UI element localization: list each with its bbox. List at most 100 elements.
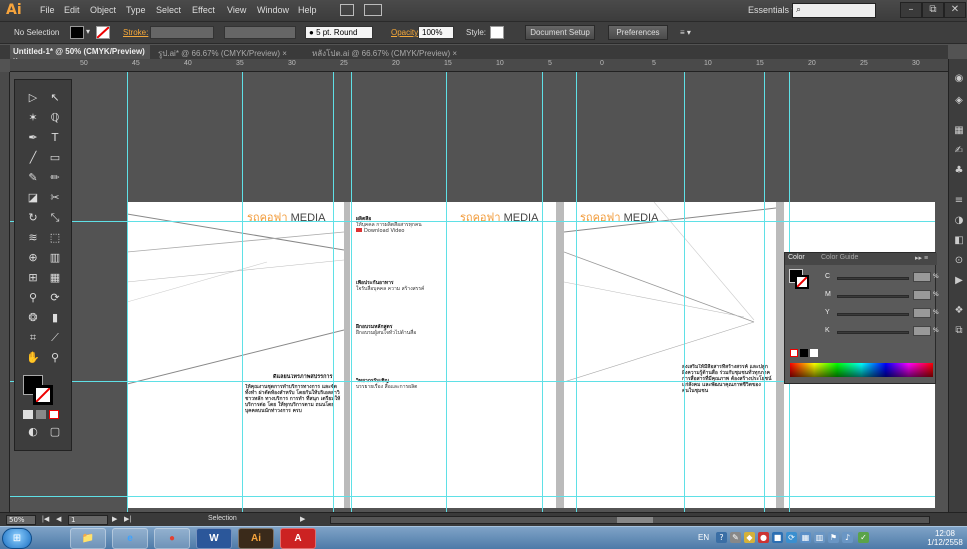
tab-close-icon[interactable]: × [282,49,287,58]
guide-line[interactable] [764,72,765,512]
start-button[interactable]: ⊞ [2,528,32,549]
taskbar-internet-explorer[interactable]: e [112,528,148,549]
stroke-label[interactable]: Stroke: [123,28,148,37]
bridge-icon[interactable] [340,4,354,16]
warp-tool-icon[interactable]: ≋ [23,230,43,246]
antivirus-tray-icon[interactable]: ● [758,532,769,543]
layers-icon[interactable]: ❖ [952,305,966,319]
brushes-icon[interactable]: ✍ [952,145,966,159]
blob-brush-tool-icon[interactable]: ◪ [23,190,43,206]
artboard-tool-icon[interactable]: ⌗ [23,330,43,346]
guide-line[interactable] [242,72,243,512]
stroke-color-swatch[interactable] [795,275,809,289]
black-slider[interactable]: K [825,326,935,337]
network-tray-icon[interactable]: ▥ [814,532,825,543]
guide-line[interactable] [333,72,334,512]
stroke-color-swatch[interactable] [33,385,53,405]
zoom-field[interactable]: 50% [6,515,36,525]
display-tray-icon[interactable]: ▦ [800,532,811,543]
flag-tray-icon[interactable]: ⚑ [828,532,839,543]
tab-color[interactable]: Color [788,254,805,261]
black-value[interactable] [913,326,931,336]
graphic-style-swatch[interactable] [490,26,504,39]
guide-line[interactable] [10,496,935,497]
guide-line[interactable] [684,72,685,512]
stroke-swatch[interactable] [96,26,110,39]
gradient-icon[interactable]: ◑ [952,215,966,229]
scrollbar-thumb[interactable] [617,517,653,523]
document-setup-button[interactable]: Document Setup [525,25,595,40]
white-color-chip[interactable] [810,349,818,357]
transparency-icon[interactable]: ◧ [952,235,966,249]
last-artboard-icon[interactable]: ▶| [124,515,131,523]
help-tray-icon[interactable]: ? [716,532,727,543]
menu-edit[interactable]: Edit [64,5,80,15]
gradient-tool-icon[interactable]: ▦ [45,270,65,286]
sync-tray-icon[interactable]: ⟳ [786,532,797,543]
blend-tool-icon[interactable]: ⟳ [45,290,65,306]
stroke-weight-field[interactable] [150,26,214,39]
restore-button[interactable]: ⧉ [922,2,944,18]
free-transform-tool-icon[interactable]: ⬚ [45,230,65,246]
rectangle-tool-icon[interactable]: ▭ [45,150,65,166]
appearance-icon[interactable]: ⊙ [952,255,966,269]
line-tool-icon[interactable]: ╱ [23,150,43,166]
battery-tray-icon[interactable]: ✓ [858,532,869,543]
column-graph-tool-icon[interactable]: ▮ [45,310,65,326]
artboard-panel-2[interactable]: รถคอฟา MEDIA ผลิตสื่อ ให้บุคคล การผลิตสื… [350,202,556,508]
fill-dropdown-icon[interactable]: ▾ [86,27,90,36]
taskbar-chrome[interactable]: ● [154,528,190,549]
arrange-documents-icon[interactable] [364,4,382,16]
opacity-field[interactable]: 100% [418,26,454,39]
zoom-tool-icon[interactable]: ⚲ [45,350,65,366]
guide-line[interactable] [576,72,577,512]
menu-help[interactable]: Help [298,5,317,15]
swatches-icon[interactable]: ▦ [952,125,966,139]
fill-swatch[interactable] [70,26,84,39]
cyan-value[interactable] [913,272,931,282]
workspace-switcher[interactable]: Essentials ▾ [748,5,796,16]
type-tool-icon[interactable]: T [45,130,65,146]
color-panel-icon[interactable]: ◉ [952,73,966,87]
selection-tool-icon[interactable]: ▷ [23,90,43,106]
guide-line[interactable] [10,221,935,222]
pen-tool-icon[interactable]: ✒ [23,130,43,146]
gradient-mode-icon[interactable] [36,410,46,419]
status-menu-icon[interactable]: ▶ [300,515,305,523]
menu-window[interactable]: Window [257,5,289,15]
symbol-sprayer-tool-icon[interactable]: ❂ [23,310,43,326]
symbols-icon[interactable]: ♣ [952,165,966,179]
pencil-tool-icon[interactable]: ✏ [45,170,65,186]
taskbar-file-explorer[interactable]: 📁 [70,528,106,549]
search-input[interactable]: ⌕ [792,3,876,18]
hand-tool-icon[interactable]: ✋ [23,350,43,366]
menu-view[interactable]: View [227,5,246,15]
menu-effect[interactable]: Effect [192,5,215,15]
variable-width-profile[interactable] [224,26,296,39]
taskbar-word[interactable]: W [196,528,232,549]
stroke-icon[interactable]: ≡ [952,195,966,209]
rotate-tool-icon[interactable]: ↻ [23,210,43,226]
menu-type[interactable]: Type [126,5,146,15]
cyan-slider[interactable]: C [825,272,935,283]
mesh-tool-icon[interactable]: ⊞ [23,270,43,286]
color-guide-icon[interactable]: ◈ [952,95,966,109]
direct-selection-tool-icon[interactable]: ↖ [45,90,65,106]
artboard-number-field[interactable]: 1 [68,515,108,525]
magenta-slider[interactable]: M [825,290,935,301]
tab-close-icon[interactable]: × [452,49,457,58]
color-mode-icon[interactable] [23,410,33,419]
yellow-slider[interactable]: Y [825,308,935,319]
paintbrush-tool-icon[interactable]: ✎ [23,170,43,186]
minimize-button[interactable]: – [900,2,922,18]
app-tray-icon[interactable]: ■ [772,532,783,543]
lasso-tool-icon[interactable]: ℚ [45,110,65,126]
artboards-icon[interactable]: ⧉ [952,325,966,339]
eraser-tool-icon[interactable]: ✂ [45,190,65,206]
previous-artboard-icon[interactable]: ◀ [56,515,61,523]
tab-document-3[interactable]: หลังโปต.ai @ 66.67% (CMYK/Preview) × [312,45,482,59]
perspective-grid-tool-icon[interactable]: ▥ [45,250,65,266]
horizontal-ruler[interactable]: 50 45 40 35 30 25 20 15 10 5 0 5 10 15 2… [10,59,948,72]
guide-line[interactable] [351,72,352,512]
guide-line[interactable] [446,72,447,512]
